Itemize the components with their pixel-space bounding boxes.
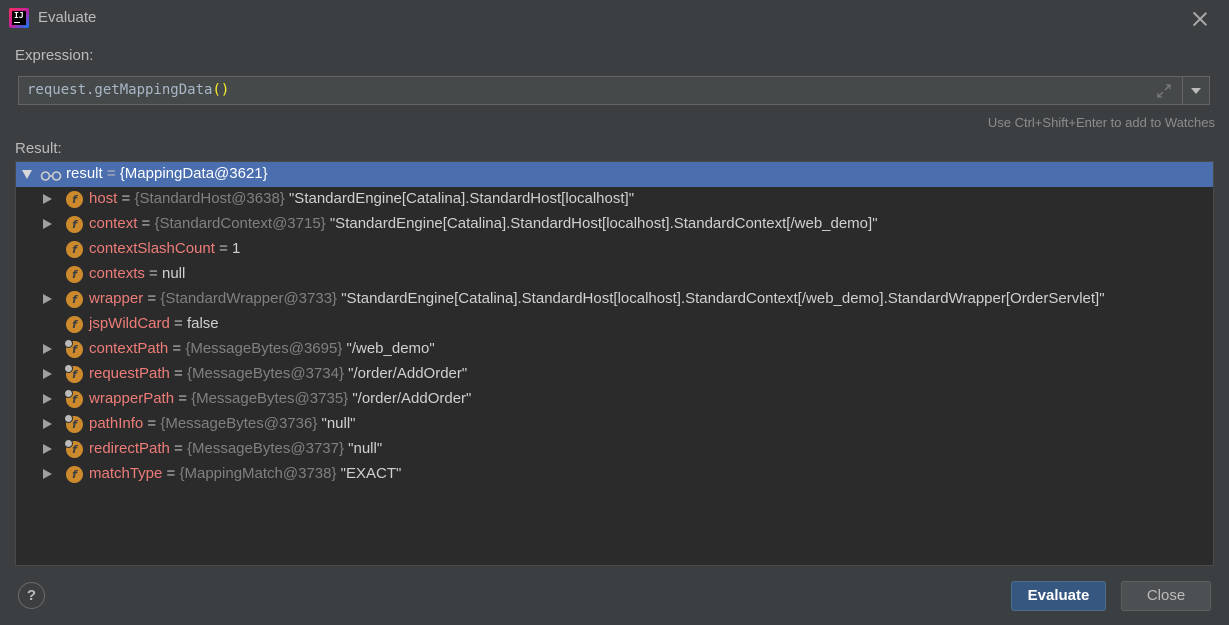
expression-input[interactable]: request.getMappingData() <box>18 76 1210 105</box>
field-text: contextPath = {MessageBytes@3695} "/web_… <box>89 340 435 357</box>
field-text: pathInfo = {MessageBytes@3736} "null" <box>89 415 356 432</box>
expand-arrow-icon[interactable] <box>43 394 52 404</box>
expand-arrow-icon[interactable] <box>43 469 52 479</box>
tree-row-wrapper[interactable]: f wrapper = {StandardWrapper@3733} "Stand… <box>16 287 1213 312</box>
field-icon: f <box>66 191 83 208</box>
close-icon[interactable] <box>1190 9 1210 29</box>
field-text: contexts = null <box>89 265 186 282</box>
tree-row-requestPath[interactable]: f requestPath = {MessageBytes@3734} "/ord… <box>16 362 1213 387</box>
window-title: Evaluate <box>38 9 97 26</box>
collapse-arrow-icon[interactable] <box>22 170 32 179</box>
field-icon: f <box>64 364 83 383</box>
field-icon: f <box>64 339 83 358</box>
field-icon: f <box>66 241 83 258</box>
tree-row-host[interactable]: f host = {StandardHost@3638} "StandardEng… <box>16 187 1213 212</box>
expand-arrow-icon[interactable] <box>43 444 52 454</box>
history-dropdown-button[interactable] <box>1183 77 1209 104</box>
watches-hint: Use Ctrl+Shift+Enter to add to Watches <box>987 115 1215 130</box>
field-text: matchType = {MappingMatch@3738} "EXACT" <box>89 465 402 482</box>
field-icon: f <box>64 414 83 433</box>
field-icon: f <box>66 466 83 483</box>
expand-arrow-icon[interactable] <box>43 419 52 429</box>
tree-row-jspWildCard[interactable]: f jspWildCard = false <box>16 312 1213 337</box>
expand-arrow-icon[interactable] <box>43 344 52 354</box>
tree-row-context[interactable]: f context = {StandardContext@3715} "Stand… <box>16 212 1213 237</box>
field-text: context = {StandardContext@3715} "Standa… <box>89 215 878 232</box>
tree-row-contextSlashCount[interactable]: f contextSlashCount = 1 <box>16 237 1213 262</box>
tree-row-result[interactable]: result = {MappingData@3621} <box>16 162 1213 187</box>
expression-text[interactable]: request.getMappingData() <box>27 82 229 98</box>
close-button[interactable]: Close <box>1121 581 1211 611</box>
field-text: host = {StandardHost@3638} "StandardEngi… <box>89 190 635 207</box>
field-text: redirectPath = {MessageBytes@3737} "null… <box>89 440 383 457</box>
field-icon: f <box>66 291 83 308</box>
title-bar: IJ Evaluate <box>0 0 1229 36</box>
result-label: Result: <box>15 140 62 157</box>
tree-row-contextPath[interactable]: f contextPath = {MessageBytes@3695} "/web… <box>16 337 1213 362</box>
field-text: requestPath = {MessageBytes@3734} "/orde… <box>89 365 468 382</box>
field-icon: f <box>64 389 83 408</box>
field-text: wrapper = {StandardWrapper@3733} "Standa… <box>89 290 1105 307</box>
field-icon: f <box>66 266 83 283</box>
expand-arrow-icon[interactable] <box>43 219 52 229</box>
field-text: contextSlashCount = 1 <box>89 240 241 257</box>
field-text: wrapperPath = {MessageBytes@3735} "/orde… <box>89 390 472 407</box>
result-node-text: result = {MappingData@3621} <box>66 165 268 182</box>
field-text: jspWildCard = false <box>89 315 219 332</box>
tree-row-pathInfo[interactable]: f pathInfo = {MessageBytes@3736} "null" <box>16 412 1213 437</box>
intellij-idea-icon: IJ <box>9 8 29 28</box>
help-button[interactable]: ? <box>18 582 45 609</box>
tree-row-contexts[interactable]: f contexts = null <box>16 262 1213 287</box>
expand-arrow-icon[interactable] <box>43 294 52 304</box>
expression-label: Expression: <box>15 47 94 64</box>
field-icon: f <box>64 439 83 458</box>
tree-row-wrapperPath[interactable]: f wrapperPath = {MessageBytes@3735} "/ord… <box>16 387 1213 412</box>
watch-glasses-icon <box>40 169 62 181</box>
field-icon: f <box>66 216 83 233</box>
tree-row-redirectPath[interactable]: f redirectPath = {MessageBytes@3737} "nul… <box>16 437 1213 462</box>
result-tree[interactable]: result = {MappingData@3621} f host = {Sta… <box>15 161 1214 566</box>
tree-row-matchType[interactable]: f matchType = {MappingMatch@3738} "EXACT" <box>16 462 1213 487</box>
field-icon: f <box>66 316 83 333</box>
evaluate-button[interactable]: Evaluate <box>1011 581 1106 611</box>
expand-arrow-icon[interactable] <box>43 369 52 379</box>
expand-icon[interactable] <box>1156 83 1172 99</box>
expand-arrow-icon[interactable] <box>43 194 52 204</box>
